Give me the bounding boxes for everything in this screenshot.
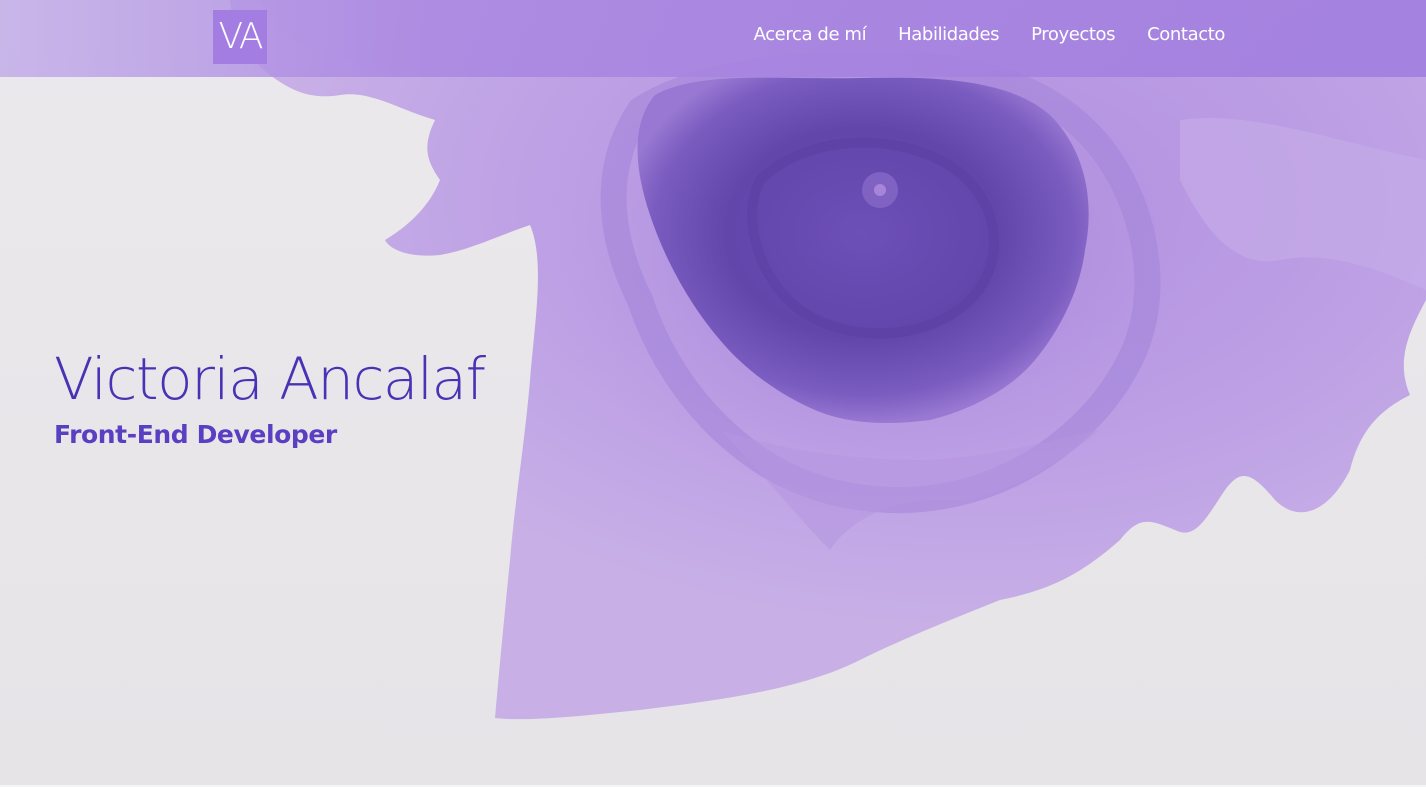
navbar: VA Acerca de mí Habilidades Proyectos Co…	[0, 0, 1426, 77]
page: VA Acerca de mí Habilidades Proyectos Co…	[0, 0, 1426, 787]
nav-link-habilidades[interactable]: Habilidades	[898, 24, 999, 45]
hero-role: Front-End Developer	[54, 420, 337, 449]
hero-heading-group: Victoria Ancalaf Front-End Developer	[54, 344, 486, 449]
nav-link-proyectos[interactable]: Proyectos	[1031, 24, 1115, 45]
logo[interactable]: VA	[213, 10, 267, 64]
nav-link-acerca-de-mi[interactable]: Acerca de mí	[754, 24, 867, 45]
nav-menu: Acerca de mí Habilidades Proyectos Conta…	[754, 24, 1226, 45]
nav-link-contacto[interactable]: Contacto	[1147, 24, 1225, 45]
hero-name: Victoria Ancalaf	[54, 345, 486, 413]
